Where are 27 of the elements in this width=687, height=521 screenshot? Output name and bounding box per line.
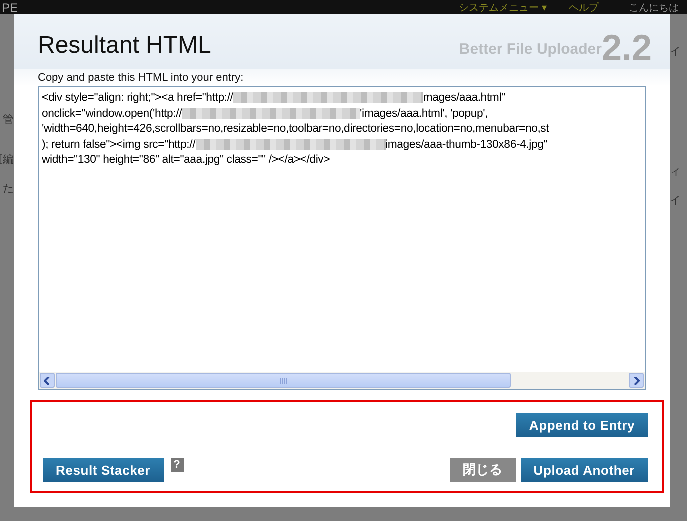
help-button[interactable]: ? bbox=[170, 458, 184, 472]
code-line: onclick="window.open('http:// 'images/aaa.html', 'popup', bbox=[42, 106, 490, 122]
background-text: [編 bbox=[0, 152, 14, 167]
append-button[interactable]: Append to Entry bbox=[516, 413, 648, 437]
code-line: 'width=640,height=426,scrollbars=no,resizable=no,toolbar=no,directories=no,location=no,menubar=no,st bbox=[42, 122, 550, 137]
background-text: た bbox=[3, 181, 14, 196]
background-text: 管 bbox=[3, 112, 14, 127]
header-menu-item[interactable]: こんにちは bbox=[629, 4, 679, 14]
version-number: 2.2 bbox=[602, 32, 652, 64]
background-text: イ bbox=[670, 193, 681, 208]
code-line: width="130" height="86" alt="aaa.jpg" class="" /></a></div> bbox=[42, 153, 332, 168]
instruction-text: Copy and paste this HTML into your entry: bbox=[14, 69, 670, 86]
header-menu-item[interactable]: ヘルプ bbox=[569, 4, 599, 14]
scroll-left-icon[interactable] bbox=[40, 373, 55, 388]
horizontal-scrollbar[interactable] bbox=[39, 372, 645, 389]
header-menu-item[interactable]: システムメニュー ▾ bbox=[458, 4, 547, 14]
code-line: ); return false"><img src="http:// images/aaa-thumb-130x86-4.jpg" bbox=[42, 138, 549, 152]
scrollbar-thumb[interactable] bbox=[56, 373, 511, 388]
result-stacker-button[interactable]: Result Stacker bbox=[43, 458, 164, 482]
code-line: <div style="align: right;"><a href="http:// mages/aaa.html" bbox=[42, 91, 506, 106]
background-text: イ bbox=[670, 44, 681, 59]
html-output-field[interactable] bbox=[38, 86, 646, 390]
dialog-title: Resultant HTML bbox=[38, 32, 212, 60]
scroll-right-icon[interactable] bbox=[629, 373, 644, 388]
upload-another-button[interactable]: Upload Another bbox=[520, 458, 648, 482]
background-text: ィ bbox=[670, 164, 681, 179]
header-text: PE bbox=[1, 2, 20, 14]
